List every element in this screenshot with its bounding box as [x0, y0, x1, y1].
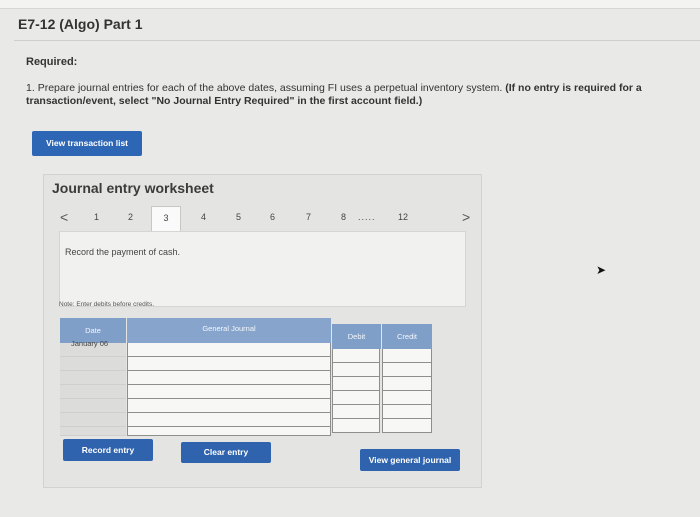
instruction-text: Prepare journal entries for each of the …	[37, 82, 503, 94]
page-title: E7-12 (Algo) Part 1	[18, 16, 143, 32]
record-entry-button[interactable]: Record entry	[63, 439, 153, 461]
transaction-description: Record the payment of cash.	[65, 247, 181, 257]
general-journal-header: General Journal	[127, 318, 331, 343]
instruction-number: 1.	[26, 82, 35, 94]
page-tab-5[interactable]: 5	[236, 206, 241, 230]
view-transaction-list-button[interactable]: View transaction list	[32, 131, 142, 156]
clear-entry-button[interactable]: Clear entry	[181, 442, 271, 463]
page-tab-3[interactable]: 3	[151, 206, 181, 231]
account-field[interactable]	[127, 427, 331, 436]
worksheet-title: Journal entry worksheet	[52, 180, 214, 196]
next-page-icon[interactable]: >	[462, 206, 470, 230]
mouse-cursor-icon: ➤	[596, 263, 607, 277]
page-tab-12[interactable]: 12	[398, 206, 408, 230]
transaction-description-box	[59, 231, 466, 307]
page-tab-6[interactable]: 6	[270, 206, 275, 230]
page-tab-2[interactable]: 2	[128, 206, 133, 230]
pager-ellipsis: .....	[358, 212, 376, 222]
title-divider	[14, 40, 700, 41]
top-rule	[0, 0, 700, 9]
view-general-journal-button[interactable]: View general journal	[360, 449, 460, 471]
prev-page-icon[interactable]: <	[60, 206, 68, 230]
worksheet-pager: < 1 2 3 4 5 6 7 8 ..... 12 >	[60, 206, 480, 231]
page-tab-4[interactable]: 4	[201, 206, 206, 230]
page-tab-1[interactable]: 1	[94, 206, 99, 230]
date-cell[interactable]	[60, 427, 126, 436]
journal-table: Date General Journal Debit Credit	[60, 318, 432, 436]
page-tab-8[interactable]: 8	[341, 206, 346, 230]
instructions: 1. Prepare journal entries for each of t…	[26, 82, 686, 108]
entry-date: January 06	[71, 339, 109, 348]
page-tab-7[interactable]: 7	[306, 206, 311, 230]
required-label: Required:	[26, 56, 78, 68]
debits-note: Note: Enter debits before credits.	[59, 301, 155, 308]
